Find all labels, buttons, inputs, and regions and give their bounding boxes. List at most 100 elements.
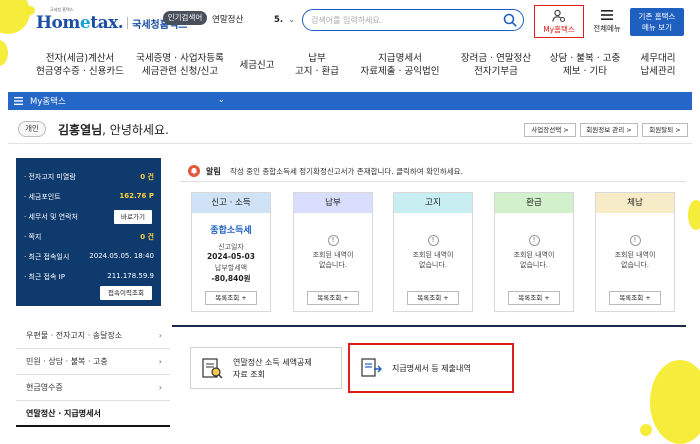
status-card-report: 신고 · 소득 종합소득세 신고일자 2024-05-03 납부할세액 -80,…	[191, 192, 271, 312]
tile-deduction-lookup[interactable]: 연말정산 소득 세액공제 자료 조회	[190, 347, 342, 389]
login-history-button[interactable]: 접속이력조회	[100, 286, 152, 300]
menu-item-civil[interactable]: 민원 · 상담 · 불복 · 고충 ›	[16, 349, 170, 375]
withdraw-button[interactable]: 회원탈퇴 >	[642, 123, 688, 137]
status-card-refund: 환급 ! 조회된 내역이 없습니다. 목록조회 +	[494, 192, 574, 312]
tile-statement-submission[interactable]: 지급명세서 등 제출내역	[348, 343, 514, 393]
card-header: 환급	[495, 193, 573, 213]
info-row-messages[interactable]: · 쪽지 0 건	[24, 230, 154, 244]
list-view-button[interactable]: 목록조회 +	[205, 291, 257, 305]
info-circle-icon: !	[327, 235, 339, 246]
goto-button[interactable]: 바로가기	[114, 210, 152, 224]
mytax-strip: My홈택스 ⌄	[8, 92, 692, 110]
search-icon[interactable]	[503, 13, 517, 27]
nav-item-statement[interactable]: 지급명세서 자료제출 · 공익법인	[352, 52, 448, 78]
document-submit-icon	[361, 358, 382, 377]
info-row-tax-points[interactable]: · 세금포인트 162.76 P	[24, 190, 154, 204]
search-input[interactable]	[311, 13, 496, 27]
chevron-down-icon[interactable]: ⌄	[218, 95, 225, 104]
logo-subtitle: 국세청 홈택스	[50, 7, 74, 12]
info-circle-icon: !	[528, 235, 540, 246]
user-gear-icon	[552, 9, 566, 23]
card-body: ! 조회된 내역이 없습니다.	[495, 217, 573, 270]
status-card-notice: 고지 ! 조회된 내역이 없습니다. 목록조회 +	[393, 192, 473, 312]
nav-item-etax[interactable]: 전자(세금)계산서 현금영수증 · 신용카드	[30, 52, 130, 78]
card-body: ! 조회된 내역이 없습니다.	[394, 217, 472, 270]
chevron-right-icon: ›	[158, 331, 162, 340]
card-empty-line2: 없습니다.	[520, 261, 548, 269]
submenu-content: 연말정산 소득 세액공제 자료 조회 지급명세서 등 제출내역	[172, 325, 686, 440]
nav-item-payment[interactable]: 납부 고지 · 환급	[288, 52, 346, 78]
greeting-text: 김홍열님, 안녕하세요.	[58, 123, 169, 137]
user-type-badge: 개인	[18, 121, 46, 137]
search-box	[302, 9, 524, 31]
logo-wordmark: Hometax.	[36, 13, 124, 33]
top-header: 국세청 홈택스 Hometax. 국세청홈택스 인기검색어 연말정산 5. ⌄ …	[0, 0, 700, 45]
nav-item-incentive[interactable]: 장려금 · 연말정산 전자기부금	[450, 52, 542, 78]
card-empty-line2: 없습니다.	[419, 261, 447, 269]
info-row-unread-notice[interactable]: · 전자고지 미열람 0 건	[24, 170, 154, 184]
status-card-arrears: 체납 ! 조회된 내역이 없습니다. 목록조회 +	[595, 192, 675, 312]
card-date-label: 신고일자	[218, 243, 244, 251]
notice-text: 작성 중인 종합소득세 정기확정신고서가 존재합니다. 클릭하여 확인하세요.	[230, 167, 463, 176]
popular-search-rank: 5.	[274, 15, 284, 25]
main-nav: 전자(세금)계산서 현금영수증 · 신용카드 국세증명 · 사업자등록 세금관련 신…	[0, 45, 700, 89]
notice-label: 알림	[206, 167, 221, 176]
card-empty-line1: 조회된 내역이	[312, 251, 354, 259]
all-menu-button[interactable]: 전체메뉴	[589, 8, 625, 36]
card-main-title[interactable]: 종합소득세	[192, 223, 270, 236]
legacy-menu-line1: 기존 홈택스	[638, 12, 676, 21]
card-header: 고지	[394, 193, 472, 213]
document-search-icon	[202, 358, 223, 379]
nav-item-certificate[interactable]: 국세증명 · 사업자등록 세금관련 신청/신고	[130, 52, 230, 78]
card-amount: -80,840원	[211, 274, 251, 283]
menu-item-mail[interactable]: 우편물 · 전자고지 · 송달장소 ›	[16, 323, 170, 349]
notice-bar[interactable]: 알림 작성 중인 종합소득세 정기확정신고서가 존재합니다. 클릭하여 확인하세…	[180, 160, 686, 182]
greeting-row: 개인 김홍열님, 안녕하세요. 사업장선택 > 회원정보 관리 > 회원탈퇴 >	[8, 114, 692, 144]
tile-label: 지급명세서 등 제출내역	[392, 364, 471, 373]
menu-item-cash-receipt[interactable]: 현금영수증 ›	[16, 375, 170, 401]
card-empty-line2: 없습니다.	[319, 261, 347, 269]
mytax-button[interactable]: My홈택스	[534, 5, 584, 38]
logo-divider	[127, 17, 129, 29]
nav-item-tax-report[interactable]: 세금신고	[232, 59, 282, 72]
all-menu-label: 전체메뉴	[593, 24, 621, 33]
card-header: 납부	[294, 193, 372, 213]
member-info-button[interactable]: 회원정보 관리 >	[580, 123, 638, 137]
nav-item-consulting[interactable]: 상담 · 불복 · 고충 제보 · 기타	[545, 52, 625, 78]
list-view-button[interactable]: 목록조회 +	[407, 291, 459, 305]
mytax-label: My홈택스	[543, 25, 575, 34]
info-circle-icon: !	[629, 235, 641, 246]
popular-search-value: 연말정산	[212, 15, 244, 25]
chevron-right-icon: ›	[158, 357, 162, 366]
select-business-button[interactable]: 사업장선택 >	[524, 123, 576, 137]
list-view-button[interactable]: 목록조회 +	[508, 291, 560, 305]
user-info-panel: · 전자고지 미열람 0 건 · 세금포인트 162.76 P · 세무서 및 연락…	[16, 158, 161, 306]
card-amount-label: 납부할세액	[214, 264, 248, 272]
card-empty-line1: 조회된 내역이	[513, 251, 555, 259]
info-row-last-login: · 최근 접속일시 2024.05.05. 18:40	[24, 252, 154, 261]
hamburger-icon[interactable]	[14, 97, 23, 105]
legacy-menu-button[interactable]: 기존 홈택스 메뉴 보기	[630, 8, 684, 36]
strip-title: My홈택스	[30, 97, 66, 107]
card-body: ! 조회된 내역이 없습니다.	[294, 217, 372, 270]
menu-item-year-end[interactable]: 연말정산 · 지급명세서	[16, 401, 170, 427]
status-card-payment: 납부 ! 조회된 내역이 없습니다. 목록조회 +	[293, 192, 373, 312]
popular-search-badge: 인기검색어	[163, 11, 207, 25]
card-empty-line2: 없습니다.	[621, 261, 649, 269]
yellow-splash-right-mid	[688, 200, 700, 230]
list-view-button[interactable]: 목록조회 +	[609, 291, 661, 305]
card-empty-line1: 조회된 내역이	[412, 251, 454, 259]
nav-item-tax-agent[interactable]: 세무대리 납세관리	[630, 52, 686, 78]
hamburger-icon	[601, 10, 613, 20]
chevron-right-icon: ›	[158, 383, 162, 392]
left-category-menu: 우편물 · 전자고지 · 송달장소 › 민원 · 상담 · 불복 · 고충 › 현금…	[16, 323, 170, 427]
card-date: 2024-05-03	[207, 252, 255, 261]
card-header: 체납	[596, 193, 674, 213]
legacy-menu-line2: 메뉴 보기	[642, 23, 672, 32]
info-circle-icon: !	[427, 235, 439, 246]
list-view-button[interactable]: 목록조회 +	[307, 291, 359, 305]
bell-icon	[188, 165, 200, 177]
chevron-down-icon: ⌄	[288, 15, 296, 25]
card-empty-line1: 조회된 내역이	[614, 251, 656, 259]
popular-search-select[interactable]: 연말정산 5. ⌄	[210, 11, 300, 29]
